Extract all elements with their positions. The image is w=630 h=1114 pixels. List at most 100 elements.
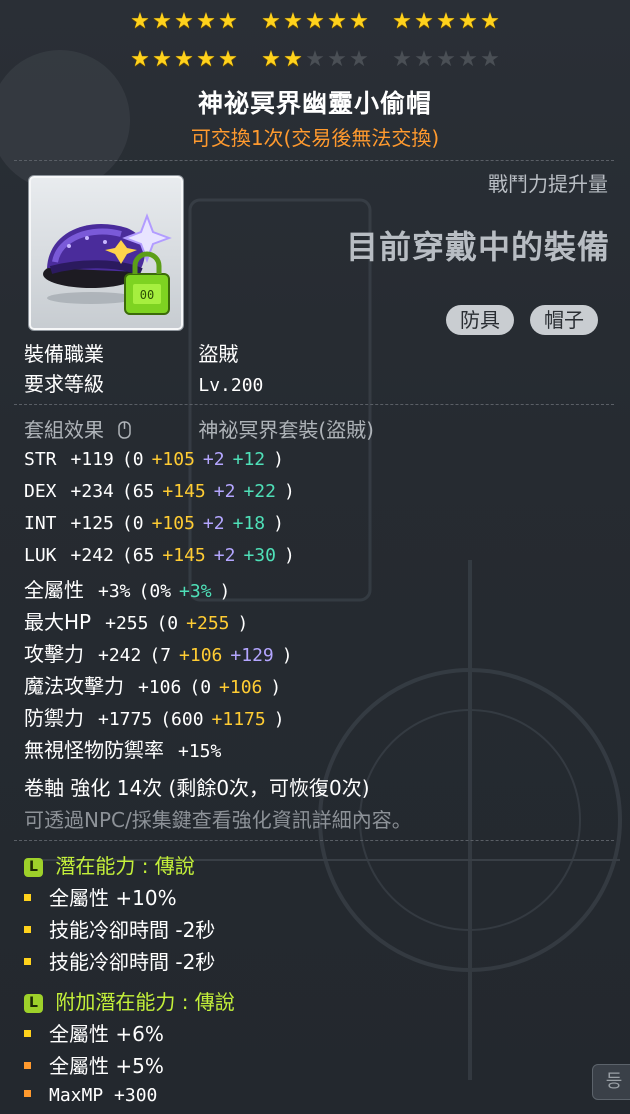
stat-starforce: +18 xyxy=(232,513,266,534)
stat-row: DEX +234 (65 +145 +2 +22) xyxy=(24,478,295,502)
stat-total: +255 xyxy=(105,613,149,634)
thief-hat-icon: 00 xyxy=(43,213,172,315)
stat-close: ) xyxy=(219,581,231,602)
stat-base: (0 xyxy=(121,513,144,534)
stat-key: 防禦力 xyxy=(24,706,84,730)
star-filled-icon: ★ xyxy=(218,9,238,34)
potential-line-text: 全屬性 +10% xyxy=(49,886,177,910)
stat-key: DEX xyxy=(24,481,57,502)
stat-base: (7 xyxy=(149,645,172,666)
potential-title-row: L 潛在能力 : 傳說 xyxy=(24,850,195,879)
potential-line-text: 技能冷卻時間 -2秒 xyxy=(49,950,216,974)
star-filled-icon: ★ xyxy=(305,9,325,34)
star-empty-icon: ★ xyxy=(392,47,412,72)
stat-bonus: +106 xyxy=(179,645,223,666)
star-filled-icon: ★ xyxy=(196,9,216,34)
star-force-row-2: ★ ★ ★ ★ ★ ★ ★ ★ ★ ★ ★ ★ ★ ★ ★ xyxy=(0,46,630,76)
star-filled-icon: ★ xyxy=(283,47,303,72)
stat-base: (0% xyxy=(138,581,172,602)
star-filled-icon: ★ xyxy=(130,9,150,34)
stat-starforce: +22 xyxy=(243,481,276,502)
legendary-badge-icon: L xyxy=(24,858,43,877)
stat-total: +3% xyxy=(98,581,131,602)
stat-key: 攻擊力 xyxy=(24,642,84,666)
stat-row: 無視怪物防禦率 +15% xyxy=(24,734,229,763)
stat-starforce: +3% xyxy=(179,581,212,602)
req-job-key: 裝備職業 xyxy=(24,342,104,366)
currently-equipped-label: 目前穿戴中的裝備 xyxy=(345,228,610,266)
stat-total: +106 xyxy=(138,677,182,698)
item-name: 神祕冥界幽靈小偷帽 xyxy=(197,89,432,118)
stat-total: +125 xyxy=(70,513,114,534)
stat-close: ) xyxy=(283,481,295,502)
bullet-icon xyxy=(24,958,31,965)
stat-key: INT xyxy=(24,513,57,534)
stat-starforce: +12 xyxy=(232,449,266,470)
req-job-value: 盜賊 xyxy=(198,342,239,366)
star-empty-icon: ★ xyxy=(327,47,347,72)
stat-base: (65 xyxy=(121,481,155,502)
stat-row: LUK +242 (65 +145 +2 +30) xyxy=(24,542,295,566)
star-force-row-1: ★ ★ ★ ★ ★ ★ ★ ★ ★ ★ ★ ★ ★ ★ ★ xyxy=(0,8,630,38)
scroll-hint: 可透過NPC/採集鍵查看強化資訊詳細內容。 xyxy=(24,808,412,832)
stat-enhance: +2 xyxy=(213,481,236,502)
stat-row: 魔法攻擊力 +106 (0 +106) xyxy=(24,670,281,699)
category-tag-hat: 帽子 xyxy=(530,305,598,335)
stat-key: 魔法攻擊力 xyxy=(24,674,124,698)
star-filled-icon: ★ xyxy=(174,9,194,34)
star-empty-icon: ★ xyxy=(305,47,325,72)
star-filled-icon: ★ xyxy=(327,9,347,34)
stat-enhance: +2 xyxy=(213,545,236,566)
bullet-icon xyxy=(24,926,31,933)
stat-key: 最大HP xyxy=(24,610,92,634)
bullet-icon xyxy=(24,1030,31,1037)
potential-title: 潛在能力 : 傳說 xyxy=(55,854,195,878)
category-tag-armor: 防具 xyxy=(446,305,514,335)
stat-bonus: +145 xyxy=(162,545,206,566)
stat-close: ) xyxy=(273,449,284,470)
svg-text:00: 00 xyxy=(140,288,154,302)
req-job-row: 裝備職業 盜賊 xyxy=(24,338,238,367)
bullet-icon xyxy=(24,894,31,901)
stat-close: ) xyxy=(281,645,293,666)
item-icon-frame: 00 xyxy=(28,175,184,331)
star-empty-icon: ★ xyxy=(480,47,500,72)
stat-bonus: +105 xyxy=(151,449,195,470)
legendary-badge-icon: L xyxy=(24,994,43,1013)
stat-bonus: +106 xyxy=(219,677,263,698)
star-filled-icon: ★ xyxy=(414,9,434,34)
star-group: ★ ★ ★ ★ ★ xyxy=(261,46,370,76)
stat-key: 無視怪物防禦率 xyxy=(24,738,164,762)
req-level-row: 要求等級 Lv.200 xyxy=(24,368,263,397)
mouse-icon xyxy=(118,421,132,439)
stat-total: +234 xyxy=(70,481,114,502)
star-group: ★ ★ ★ ★ ★ xyxy=(130,46,239,76)
star-group: ★ ★ ★ ★ ★ xyxy=(392,8,501,38)
star-filled-icon: ★ xyxy=(458,9,478,34)
potential-line: 全屬性 +10% xyxy=(24,882,177,911)
star-filled-icon: ★ xyxy=(480,9,500,34)
bullet-icon xyxy=(24,1090,31,1097)
stat-enhance: +2 xyxy=(202,513,225,534)
stat-close: ) xyxy=(283,545,295,566)
set-effect-key-text: 套組效果 xyxy=(24,418,104,442)
stat-key: 全屬性 xyxy=(24,578,84,602)
star-empty-icon: ★ xyxy=(349,47,369,72)
potential-line-text: 技能冷卻時間 -2秒 xyxy=(49,918,216,942)
stat-close: ) xyxy=(237,613,249,634)
star-filled-icon: ★ xyxy=(130,47,150,72)
stat-close: ) xyxy=(270,677,282,698)
stat-row: INT +125 (0 +105 +2 +18) xyxy=(24,510,284,534)
stat-bonus: +105 xyxy=(151,513,195,534)
star-empty-icon: ★ xyxy=(458,47,478,72)
stat-bonus: +1175 xyxy=(211,709,266,730)
star-filled-icon: ★ xyxy=(218,47,238,72)
bullet-icon xyxy=(24,1062,31,1069)
stat-base: (65 xyxy=(121,545,155,566)
stat-row: 全屬性 +3% (0% +3%) xyxy=(24,574,230,603)
stat-row: 攻擊力 +242 (7 +106 +129) xyxy=(24,638,293,667)
stat-total: +15% xyxy=(178,741,222,762)
corner-chip: 등 xyxy=(592,1064,630,1100)
star-filled-icon: ★ xyxy=(392,9,412,34)
star-filled-icon: ★ xyxy=(436,9,456,34)
